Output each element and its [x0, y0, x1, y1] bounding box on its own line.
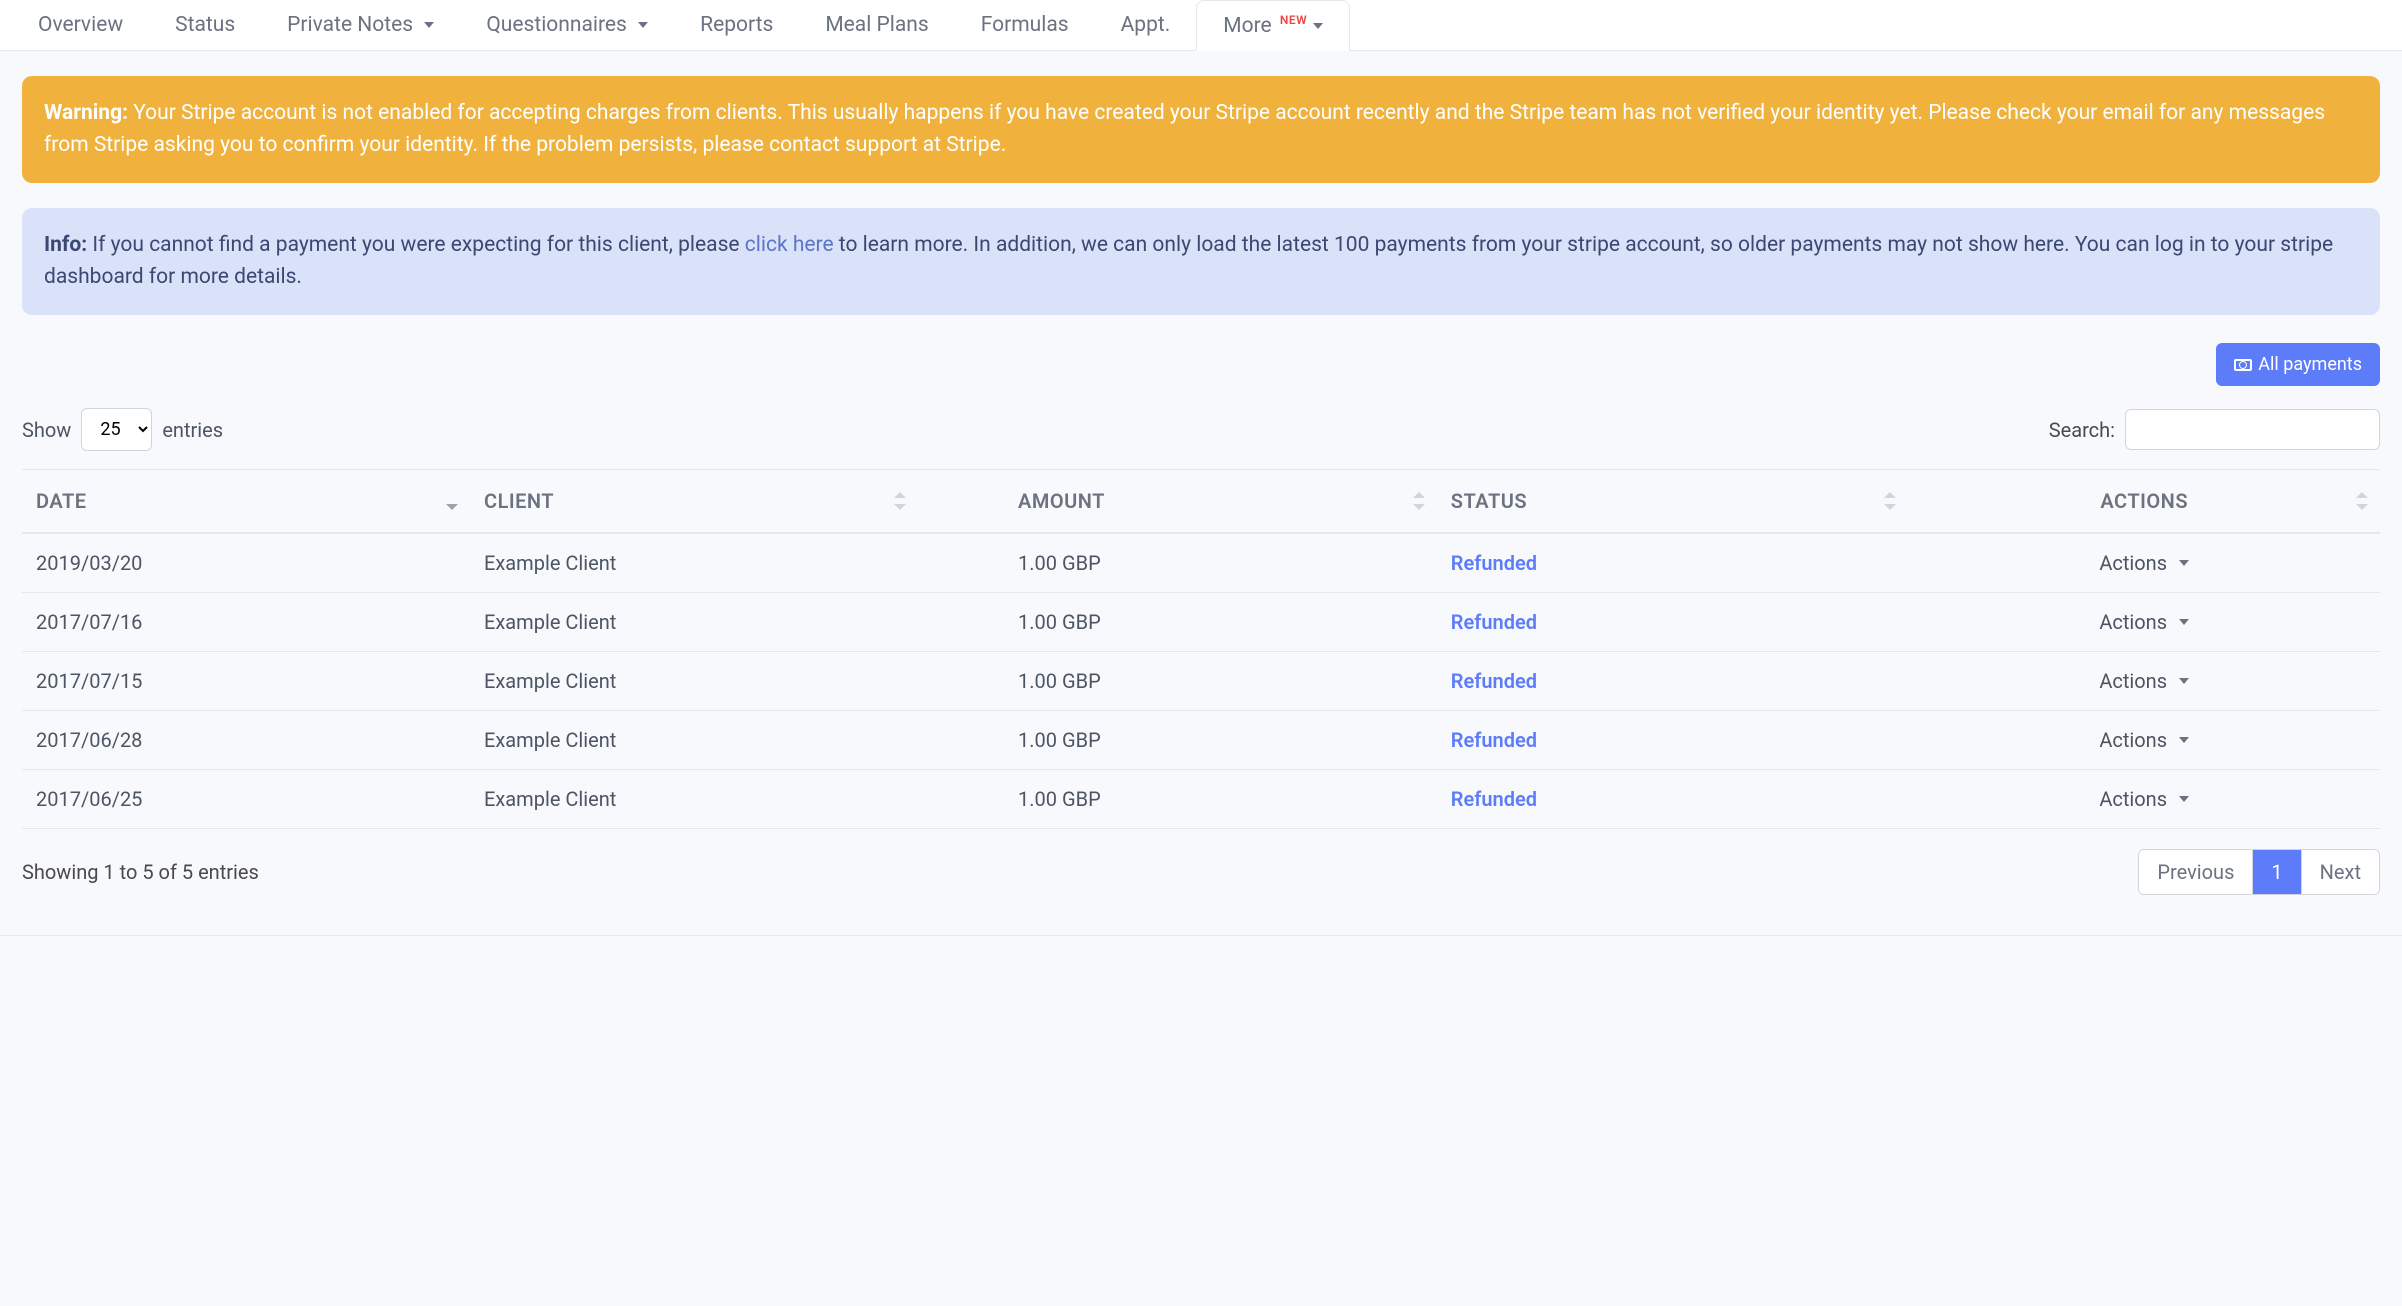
- show-entries-control: Show 25 entries: [22, 408, 223, 451]
- nav-private-notes[interactable]: Private Notes: [261, 0, 460, 50]
- showing-entries-text: Showing 1 to 5 of 5 entries: [22, 857, 259, 887]
- nav-questionnaires[interactable]: Questionnaires: [460, 0, 674, 50]
- nav-appt-[interactable]: Appt.: [1095, 0, 1197, 50]
- info-text-before: If you cannot find a payment you were ex…: [92, 233, 744, 257]
- nav-tabs: OverviewStatusPrivate Notes Questionnair…: [0, 0, 2402, 51]
- nav-reports[interactable]: Reports: [674, 0, 799, 50]
- pagination-previous[interactable]: Previous: [2139, 850, 2252, 894]
- chevron-down-icon: [2179, 560, 2189, 566]
- nav-formulas[interactable]: Formulas: [955, 0, 1095, 50]
- nav-status[interactable]: Status: [149, 0, 261, 50]
- info-alert: Info: If you cannot find a payment you w…: [22, 208, 2380, 315]
- row-actions-button[interactable]: Actions: [2099, 551, 2189, 575]
- cell-actions: Actions: [1908, 711, 2380, 770]
- status-badge: Refunded: [1451, 610, 1537, 634]
- all-payments-button[interactable]: All payments: [2216, 343, 2380, 386]
- info-link[interactable]: click here: [745, 233, 834, 257]
- table-row: 2019/03/20Example Client1.00 GBP Refunded…: [22, 533, 2380, 593]
- nav-overview[interactable]: Overview: [12, 0, 149, 50]
- payments-tbody: 2019/03/20Example Client1.00 GBPRefunded…: [22, 533, 2380, 829]
- cell-status: Refunded: [1437, 652, 1909, 711]
- sort-icon: [1413, 492, 1425, 510]
- cell-date: 2017/06/25: [22, 770, 470, 829]
- cell-date: 2017/07/15: [22, 652, 470, 711]
- pagination-page-1[interactable]: 1: [2252, 850, 2300, 894]
- cell-actions: Actions: [1908, 652, 2380, 711]
- col-header-actions[interactable]: ACTIONS: [1908, 470, 2380, 534]
- cell-status: Refunded: [1437, 770, 1909, 829]
- table-row: 2017/06/25Example Client1.00 GBP Refunded…: [22, 770, 2380, 829]
- sort-icon: [894, 492, 906, 510]
- search-input[interactable]: [2125, 409, 2380, 450]
- entries-label: entries: [162, 415, 223, 445]
- chevron-down-icon: [424, 22, 434, 28]
- status-badge: Refunded: [1451, 551, 1537, 575]
- cell-client: Example Client: [470, 652, 918, 711]
- status-badge: Refunded: [1451, 787, 1537, 811]
- chevron-down-icon: [1313, 23, 1323, 29]
- row-actions-button[interactable]: Actions: [2099, 610, 2189, 634]
- warning-alert: Warning: Your Stripe account is not enab…: [22, 76, 2380, 183]
- sort-icon: [446, 492, 458, 510]
- new-badge: NEW: [1280, 13, 1307, 27]
- chevron-down-icon: [2179, 737, 2189, 743]
- chevron-down-icon: [2179, 796, 2189, 802]
- cell-status: Refunded: [1437, 533, 1909, 593]
- money-icon: [2234, 359, 2252, 371]
- table-row: 2017/07/15Example Client1.00 GBP Refunded…: [22, 652, 2380, 711]
- cell-client: Example Client: [470, 711, 918, 770]
- cell-amount: 1.00 GBP: [918, 770, 1437, 829]
- chevron-down-icon: [2179, 678, 2189, 684]
- chevron-down-icon: [2179, 619, 2189, 625]
- cell-client: Example Client: [470, 770, 918, 829]
- cell-amount: 1.00 GBP: [918, 711, 1437, 770]
- cell-actions: Actions: [1908, 533, 2380, 593]
- per-page-select[interactable]: 25: [81, 408, 152, 451]
- table-row: 2017/06/28Example Client1.00 GBP Refunded…: [22, 711, 2380, 770]
- nav-meal-plans[interactable]: Meal Plans: [799, 0, 954, 50]
- warning-title: Warning:: [44, 101, 128, 125]
- cell-status: Refunded: [1437, 593, 1909, 652]
- search-label: Search:: [2049, 415, 2115, 445]
- cell-amount: 1.00 GBP: [918, 652, 1437, 711]
- show-label: Show: [22, 415, 71, 445]
- col-header-amount[interactable]: AMOUNT: [918, 470, 1437, 534]
- cell-date: 2019/03/20: [22, 533, 470, 593]
- cell-amount: 1.00 GBP: [918, 533, 1437, 593]
- cell-amount: 1.00 GBP: [918, 593, 1437, 652]
- row-actions-button[interactable]: Actions: [2099, 787, 2189, 811]
- cell-date: 2017/06/28: [22, 711, 470, 770]
- chevron-down-icon: [638, 22, 648, 28]
- sort-icon: [2356, 492, 2368, 510]
- cell-date: 2017/07/16: [22, 593, 470, 652]
- row-actions-button[interactable]: Actions: [2099, 728, 2189, 752]
- cell-actions: Actions: [1908, 593, 2380, 652]
- cell-client: Example Client: [470, 533, 918, 593]
- cell-actions: Actions: [1908, 770, 2380, 829]
- all-payments-label: All payments: [2258, 354, 2362, 375]
- table-row: 2017/07/16Example Client1.00 GBP Refunded…: [22, 593, 2380, 652]
- nav-more[interactable]: More NEW: [1196, 0, 1350, 51]
- nav-more-label: More: [1223, 14, 1271, 38]
- status-badge: Refunded: [1451, 669, 1537, 693]
- cell-status: Refunded: [1437, 711, 1909, 770]
- warning-text: Your Stripe account is not enabled for a…: [44, 101, 2325, 157]
- pagination: Previous 1 Next: [2138, 849, 2380, 895]
- sort-icon: [1884, 492, 1896, 510]
- status-badge: Refunded: [1451, 728, 1537, 752]
- row-actions-button[interactable]: Actions: [2099, 669, 2189, 693]
- col-header-status[interactable]: STATUS: [1437, 470, 1909, 534]
- payments-table: DATE CLIENT AMOUNT STATUS ACTIONS 2019/0…: [22, 469, 2380, 829]
- info-title: Info:: [44, 233, 87, 257]
- col-header-date[interactable]: DATE: [22, 470, 470, 534]
- pagination-next[interactable]: Next: [2301, 850, 2379, 894]
- col-header-client[interactable]: CLIENT: [470, 470, 918, 534]
- cell-client: Example Client: [470, 593, 918, 652]
